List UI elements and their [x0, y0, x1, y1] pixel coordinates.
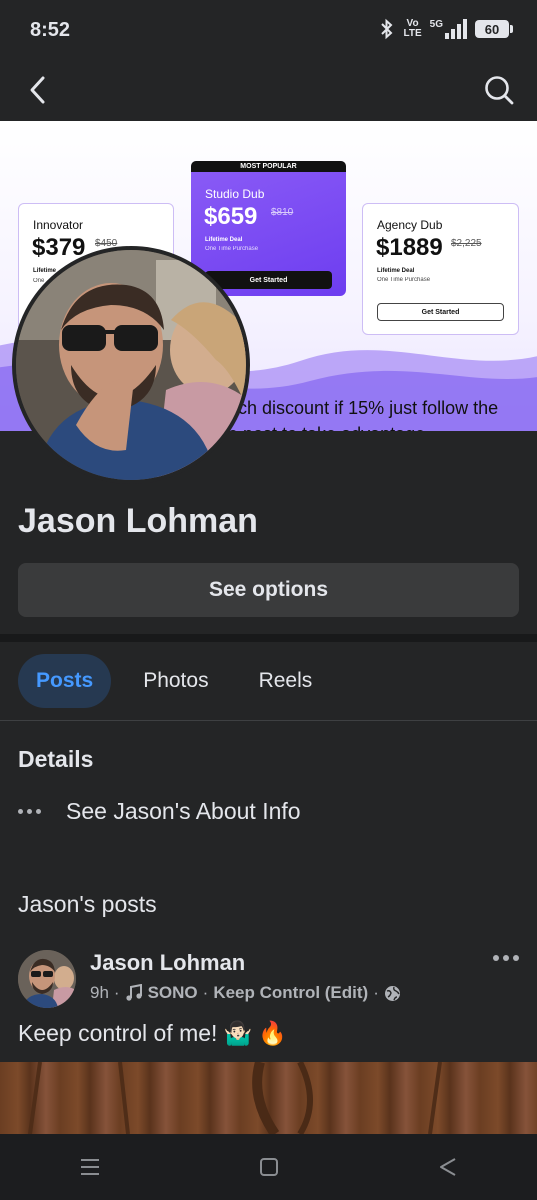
post-image-content — [28, 1062, 442, 1134]
post-author-name[interactable]: Jason Lohman — [90, 950, 245, 976]
status-icons: Vo LTE 5G 60 — [378, 18, 513, 40]
meta-separator: · — [113, 983, 120, 1002]
profile-tabs: Posts Photos Reels — [18, 654, 330, 708]
about-info-label: See Jason's About Info — [66, 798, 301, 824]
meta-separator: · — [373, 983, 379, 1002]
post-image[interactable] — [0, 1062, 537, 1134]
get-started-button: Get Started — [377, 303, 504, 321]
signal-bars-icon — [445, 19, 467, 39]
status-bar: 8:52 Vo LTE 5G 60 — [0, 0, 537, 60]
profile-photo — [16, 250, 246, 480]
volte-indicator: Vo LTE — [403, 18, 422, 39]
get-started-button: Get Started — [205, 271, 332, 289]
home-square-icon — [259, 1158, 278, 1176]
top-nav — [0, 60, 537, 120]
system-navigation-bar — [0, 1134, 537, 1200]
most-popular-badge: MOST POPULAR — [191, 161, 346, 172]
music-note-icon — [125, 984, 142, 1001]
chevron-left-icon — [30, 76, 45, 104]
post-more-button[interactable] — [493, 955, 519, 961]
back-button[interactable] — [20, 72, 56, 108]
song-title[interactable]: Keep Control (Edit) — [213, 983, 368, 1003]
about-info-link[interactable]: See Jason's About Info — [18, 798, 301, 825]
battery-icon: 60 — [475, 20, 513, 38]
song-artist[interactable]: SONO — [148, 983, 198, 1003]
post-text: Keep control of me! 🤷🏻‍♂️ 🔥 — [18, 1020, 287, 1046]
pricing-card-studio-dub: MOST POPULAR Studio Dub $659 $810 Lifeti… — [191, 161, 346, 296]
details-heading: Details — [18, 746, 94, 772]
globe-icon — [384, 985, 400, 1001]
more-dots-icon — [18, 809, 46, 814]
posts-heading: Jason's posts — [18, 891, 157, 917]
post-meta: 9h · SONO · Keep Control (Edit) · — [90, 983, 401, 1003]
search-button[interactable] — [481, 72, 517, 108]
pricing-card-agency-dub: Agency Dub $1889 $2,225 Lifetime Deal On… — [362, 203, 519, 335]
system-back-button[interactable] — [418, 1147, 478, 1187]
tab-posts[interactable]: Posts — [18, 654, 112, 708]
fire-emoji: 🔥 — [258, 1020, 287, 1046]
tab-photos[interactable]: Photos — [125, 654, 226, 708]
bluetooth-icon — [380, 18, 392, 40]
tab-reels[interactable]: Reels — [241, 654, 331, 708]
recents-button[interactable] — [60, 1147, 120, 1187]
signal-indicator: 5G — [430, 19, 467, 39]
post-author-photo — [18, 950, 76, 1008]
meta-separator: · — [202, 983, 209, 1002]
status-time: 8:52 — [30, 19, 71, 41]
post-time: 9h — [90, 983, 109, 1002]
shrug-emoji: 🤷🏻‍♂️ — [223, 1020, 253, 1046]
post-author-avatar[interactable] — [18, 950, 76, 1008]
cover-caption: nch discount if 15% just follow the e po… — [228, 398, 499, 431]
search-icon — [485, 76, 514, 105]
triangle-back-icon — [439, 1158, 455, 1176]
profile-avatar[interactable] — [12, 246, 250, 484]
profile-name: Jason Lohman — [18, 502, 258, 540]
section-divider — [0, 634, 537, 642]
menu-lines-icon — [80, 1159, 99, 1175]
tabs-divider — [0, 720, 537, 721]
home-button[interactable] — [239, 1147, 299, 1187]
see-options-button[interactable]: See options — [18, 563, 519, 617]
